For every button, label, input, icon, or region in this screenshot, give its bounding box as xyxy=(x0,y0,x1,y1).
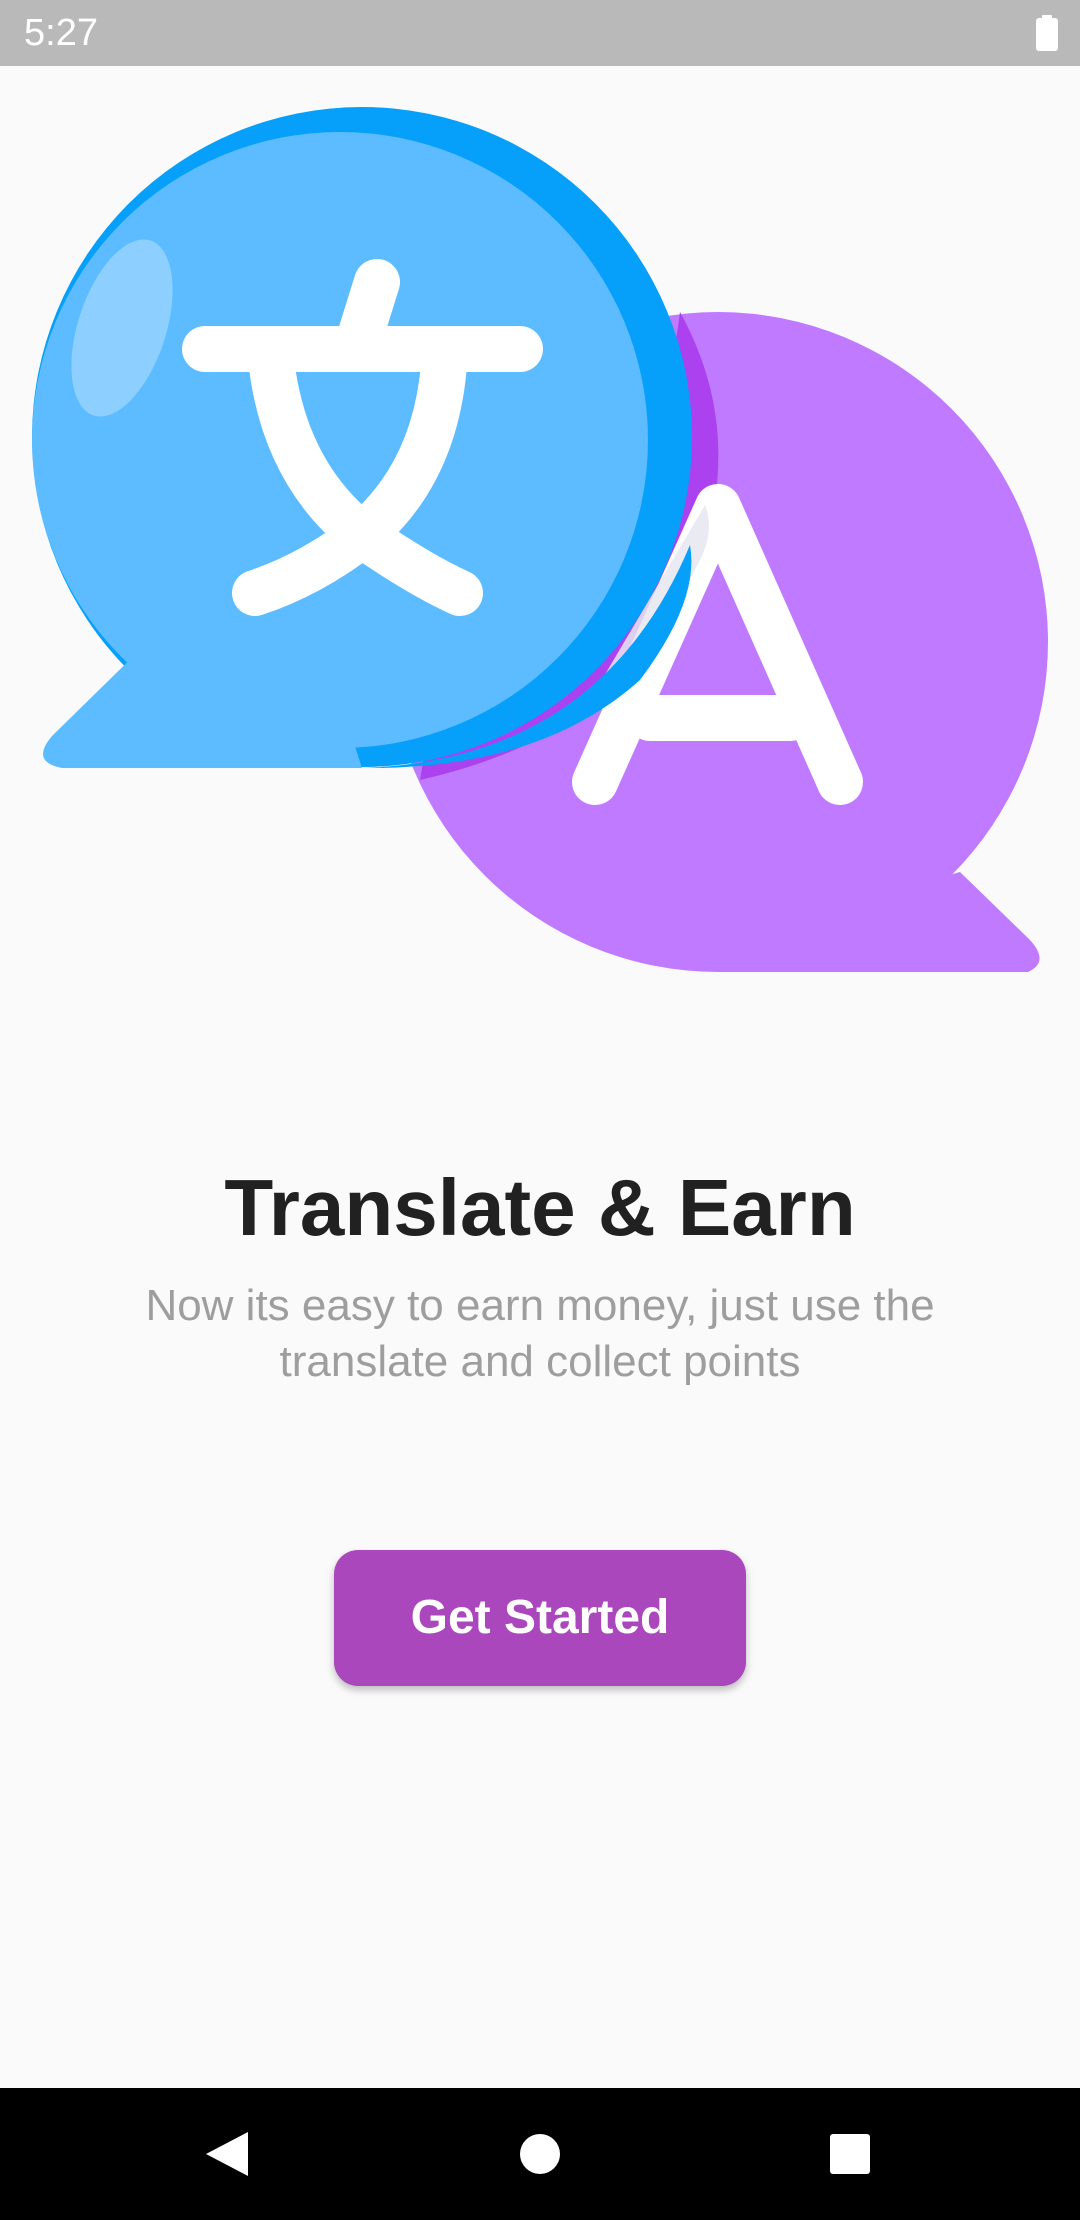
status-time: 5:27 xyxy=(24,12,98,54)
back-triangle-icon[interactable] xyxy=(180,2108,272,2200)
blue-chat-bubble xyxy=(32,107,692,769)
page-title: Translate & Earn xyxy=(224,1163,856,1252)
recents-square-icon[interactable] xyxy=(804,2108,896,2200)
system-nav-bar xyxy=(0,2088,1080,2220)
translate-chat-bubbles-icon xyxy=(32,107,1048,972)
get-started-button[interactable]: Get Started xyxy=(334,1550,746,1686)
status-bar: 5:27 xyxy=(0,0,1080,66)
page-subtitle: Now its easy to earn money, just use the… xyxy=(145,1281,935,1386)
home-circle-icon[interactable] xyxy=(494,2108,586,2200)
battery-full-icon xyxy=(1036,15,1058,51)
